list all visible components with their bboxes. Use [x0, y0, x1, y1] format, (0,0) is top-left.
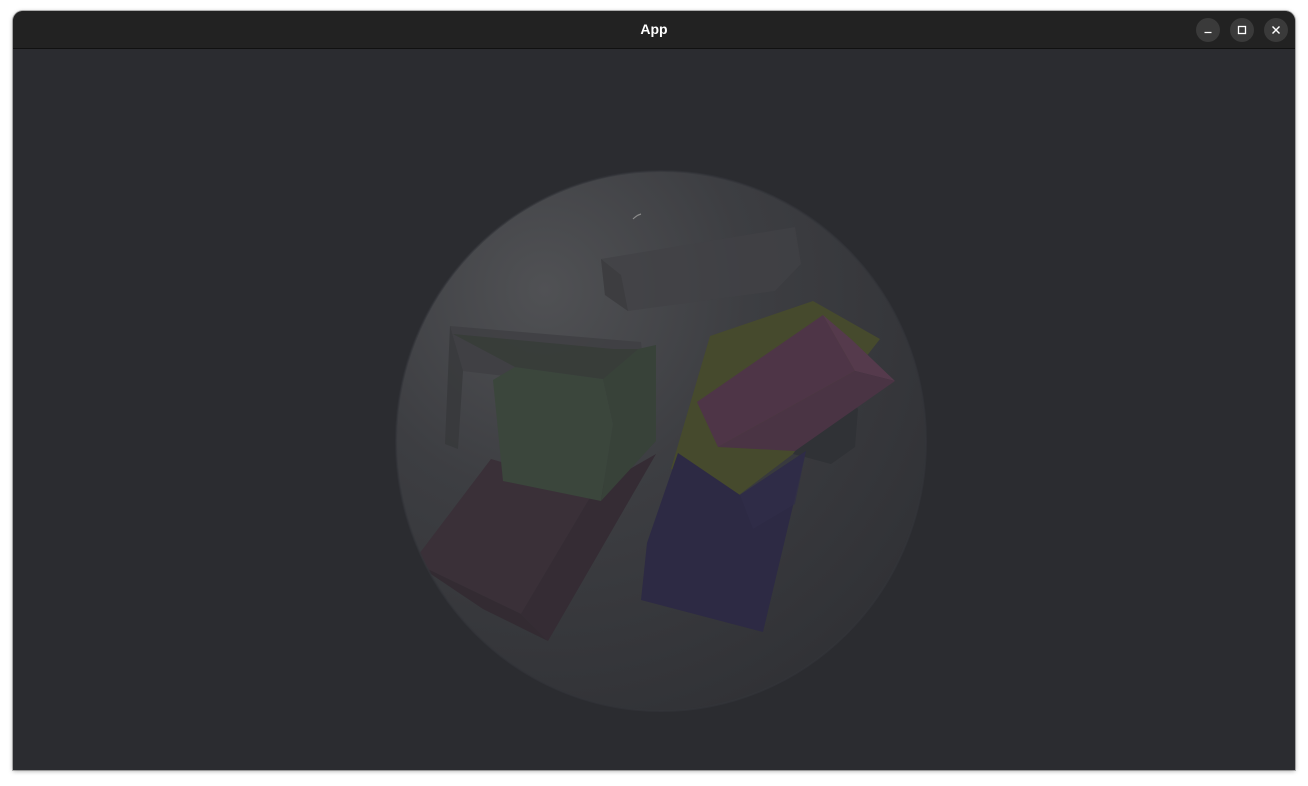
close-button[interactable] [1264, 18, 1288, 42]
app-window: App [13, 11, 1295, 770]
maximize-button[interactable] [1230, 18, 1254, 42]
maximize-icon [1237, 25, 1247, 35]
close-icon [1271, 25, 1281, 35]
window-title: App [640, 21, 668, 37]
title-bar[interactable]: App [13, 11, 1295, 49]
minimize-button[interactable] [1196, 18, 1220, 42]
render-viewport[interactable] [13, 49, 1295, 770]
minimize-icon [1203, 25, 1213, 35]
scene-canvas [13, 49, 1295, 770]
